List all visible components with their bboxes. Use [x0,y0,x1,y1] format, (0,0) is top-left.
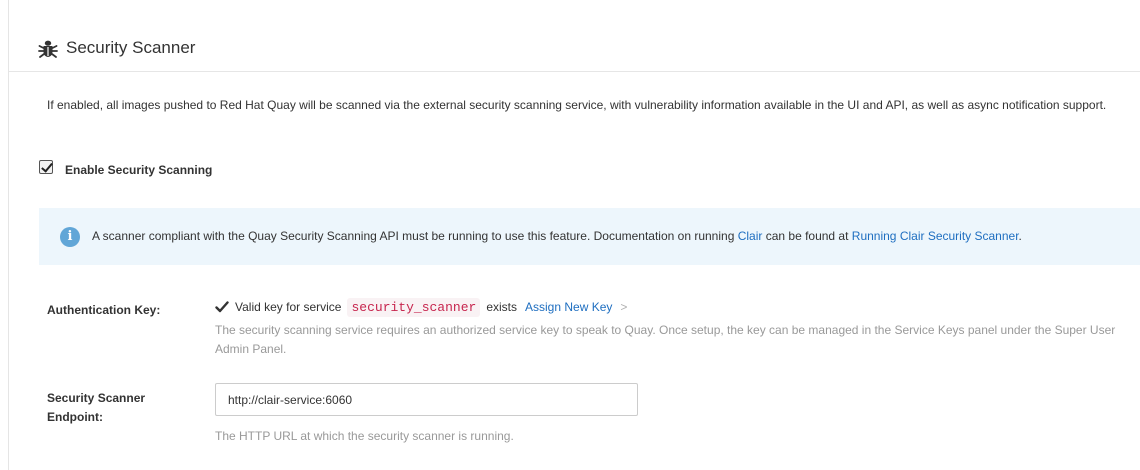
section-header: Security Scanner [9,30,1140,72]
info-text-before: A scanner compliant with the Quay Securi… [92,229,738,243]
section-title: Security Scanner [66,38,196,57]
running-clair-link[interactable]: Running Clair Security Scanner [852,229,1019,243]
section-description: If enabled, all images pushed to Red Hat… [47,98,1107,112]
bug-icon [38,40,58,58]
enable-security-scanning-checkbox[interactable] [39,160,53,174]
info-text: A scanner compliant with the Quay Securi… [92,229,1022,243]
security-scanner-panel: Security Scanner If enabled, all images … [9,0,1140,470]
info-alert: i A scanner compliant with the Quay Secu… [39,208,1140,265]
enable-security-scanning-label: Enable Security Scanning [65,163,213,177]
authentication-key-status: Valid key for service security_scanner e… [215,296,627,318]
clair-link[interactable]: Clair [738,229,763,243]
security-scanner-endpoint-help: The HTTP URL at which the security scann… [215,429,514,443]
auth-status-before: Valid key for service [235,300,342,314]
security-scanner-endpoint-input[interactable] [215,383,638,416]
authentication-key-label: Authentication Key: [47,303,161,317]
chevron-right-icon: > [620,300,628,314]
assign-new-key-link[interactable]: Assign New Key [525,300,612,314]
service-name-code: security_scanner [347,297,481,317]
checkmark-icon [215,301,229,313]
security-scanner-endpoint-label: Security Scanner Endpoint: [47,391,146,424]
info-text-after: . [1018,229,1022,243]
info-text-middle: can be found at [762,229,852,243]
authentication-key-help: The security scanning service requires a… [215,323,1116,356]
info-icon: i [60,227,80,247]
enable-security-scanning-row[interactable]: Enable Security Scanning [39,160,212,180]
auth-status-after: exists [486,300,517,314]
